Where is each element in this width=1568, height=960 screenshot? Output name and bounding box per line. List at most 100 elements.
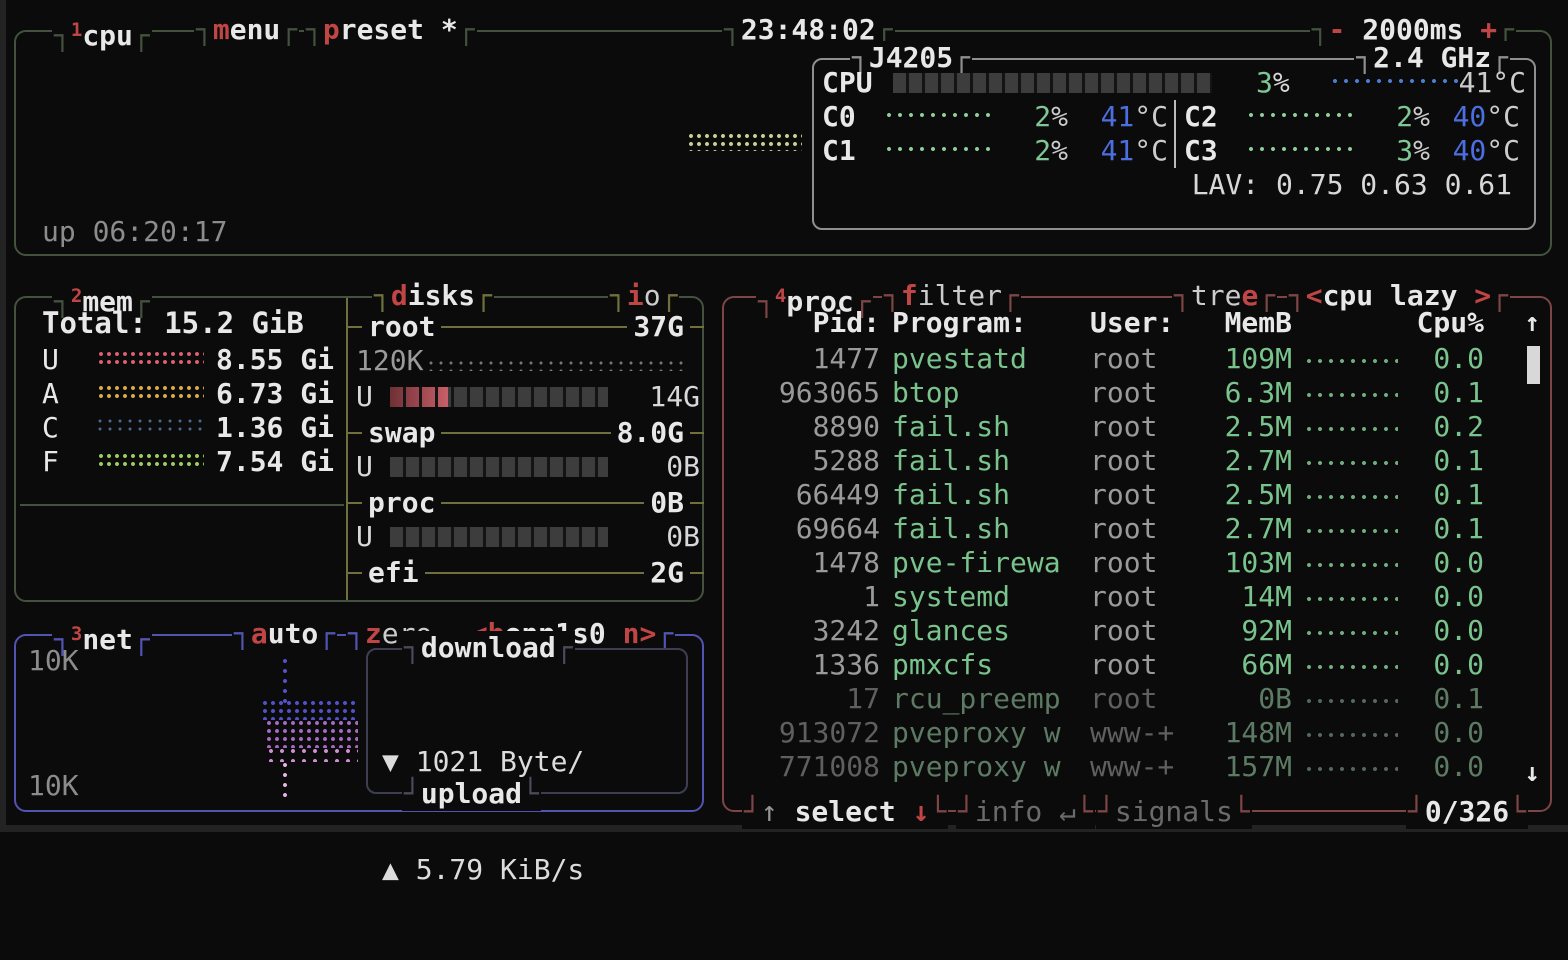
cpu-mini-graph [1306,528,1398,538]
mem: 66M [1180,648,1292,681]
signals-button[interactable]: ┘signals└ [1096,795,1252,829]
proc-box-number: 4 [775,285,786,307]
proc-row[interactable]: 17rcu_preemproot0B0.1 [724,682,1550,716]
cpu-box-number: 1 [71,19,82,41]
core0-temp: 41 [1101,100,1135,133]
net-box-number: 3 [71,623,82,645]
core2-temp-unit: °C [1486,100,1520,133]
net-box-title-label: net [82,623,133,656]
mem: 109M [1180,342,1292,375]
menu-button[interactable]: ┐menu┌ [194,13,299,47]
disk-swap-size: 8.0G [611,416,690,449]
program: rcu_preemp [892,682,1092,715]
program: pveproxy w [892,716,1092,749]
disk-line [690,502,704,504]
proc-row[interactable]: 1336pmxcfsroot66M0.0 [724,648,1550,682]
cpu-box-title[interactable]: ┐1cpu┌ [52,13,152,53]
net-auto-toggle[interactable]: ┐auto┌ [232,617,337,651]
proc-row[interactable]: 5288fail.shroot2.7M0.1 [724,444,1550,478]
preset-button[interactable]: ┐preset *┌ [304,13,477,47]
net-auto-hotkey: a [251,617,268,650]
net-next-button[interactable]: n> [623,617,657,650]
hook-icon: └ [1076,795,1093,828]
cpu: 0.1 [1400,478,1484,511]
mem-used-value: 8.55 Gi [204,343,334,376]
header-pid[interactable]: Pid: [732,306,880,339]
mem: 92M [1180,614,1292,647]
proc-row[interactable]: 913072pveproxy wwww-+148M0.0 [724,716,1550,750]
select-up-icon[interactable]: ↑ [761,795,778,828]
program: fail.sh [892,512,1092,545]
menu-hotkey: m [213,13,230,46]
proc-row[interactable]: 3242glancesroot92M0.0 [724,614,1550,648]
cpu-mini-graph [1306,766,1398,776]
hook-icon: ┘ [958,795,975,828]
mem: 157M [1180,750,1292,783]
disk-proc-used-key: U [356,520,390,553]
net-speed-panel: ┐download┌ ▼ 1021 Byte/ ▲ 5.79 KiB/s ┘up… [366,648,688,794]
proc-row[interactable]: 8890fail.shroot2.5M0.2 [724,410,1550,444]
selection-counter: ┘0/326└ [1406,795,1528,829]
proc-row[interactable]: 1systemdroot14M0.0 [724,580,1550,614]
net-upload-graph [268,748,358,762]
upload-label-text: upload [421,777,522,810]
mem-row-cached: C 1.36 Gi [42,410,334,444]
program: pvestatd [892,342,1092,375]
mem: 148M [1180,716,1292,749]
cpu-mini-graph [1306,630,1398,640]
hook-icon: ┐ [724,13,741,46]
interval-decrease-button[interactable]: - [1329,13,1346,46]
header-cpu[interactable]: Cpu% [1400,306,1484,339]
disk-root-io-value: 120K [356,344,423,377]
mem: 2.5M [1180,478,1292,511]
proc-row[interactable]: 963065btoproot6.3M0.1 [724,376,1550,410]
cpu-mini-graph [1306,460,1398,470]
proc-row[interactable]: 771008pveproxy wwww-+157M0.0 [724,750,1550,784]
header-mem[interactable]: MemB [1180,306,1292,339]
proc-row[interactable]: 69664fail.shroot2.7M0.1 [724,512,1550,546]
mem-box: ┐2mem┌ ┐disks┌ ┐io┌ Total: 15.2 GiB U 8.… [14,296,704,602]
hook-icon: └ [522,777,539,810]
proc-row[interactable]: 1478pve-firewaroot103M0.0 [724,546,1550,580]
pid: 963065 [732,376,880,409]
disk-root-used-value: 14G [608,380,700,413]
proc-row[interactable]: 66449fail.shroot2.5M0.1 [724,478,1550,512]
hook-icon: └ [929,795,946,828]
cpu-total-meter [893,73,1212,93]
mem-used-graph [98,351,204,367]
disk-proc-used: U 0B [356,520,700,553]
cpu-total-percent-unit: % [1273,66,1290,99]
hook-icon: └ [1233,795,1250,828]
disk-swap-name: swap [362,416,441,449]
proc-row[interactable]: 1477pvestatdroot109M0.0 [724,342,1550,376]
mem: 2.7M [1180,444,1292,477]
cpu-total-temp: 41°C [1459,66,1526,100]
select-down-icon[interactable]: ↓ [913,795,930,828]
info-button[interactable]: ┘info ↵└ [956,795,1095,829]
hook-icon: ┘ [1408,795,1425,828]
proc-box: ┐4proc┌ ┐filter┌ ┐tree┌ ┐<cpu lazy >┌ Pi… [722,296,1552,812]
hook-icon: ┐ [306,13,323,46]
program: btop [892,376,1092,409]
core2-temp: 40 [1453,100,1487,133]
cpu-mini-graph [1306,732,1398,742]
pid: 913072 [732,716,880,749]
header-program[interactable]: Program: [892,306,1092,339]
core-row-0-2: C0 2% 41°C C2 2% 40°C [822,100,1526,134]
core0-graph [886,112,990,122]
mem: 103M [1180,546,1292,579]
core1-label: C1 [822,134,874,168]
pid: 771008 [732,750,880,783]
core1-percent: 2 [1034,134,1051,167]
hook-icon: ┌ [318,617,335,650]
pid: 69664 [732,512,880,545]
signals-label: signals [1115,795,1233,828]
pid: 1477 [732,342,880,375]
scroll-up-icon[interactable]: ↑ [1524,308,1540,338]
cpu: 0.0 [1400,716,1484,749]
cpu: 0.1 [1400,444,1484,477]
cpu-total-percent: 3 [1256,66,1273,99]
program: pmxcfs [892,648,1092,681]
cpu: 0.0 [1400,614,1484,647]
select-control[interactable]: ┘↑ select ↓└ [742,795,948,829]
